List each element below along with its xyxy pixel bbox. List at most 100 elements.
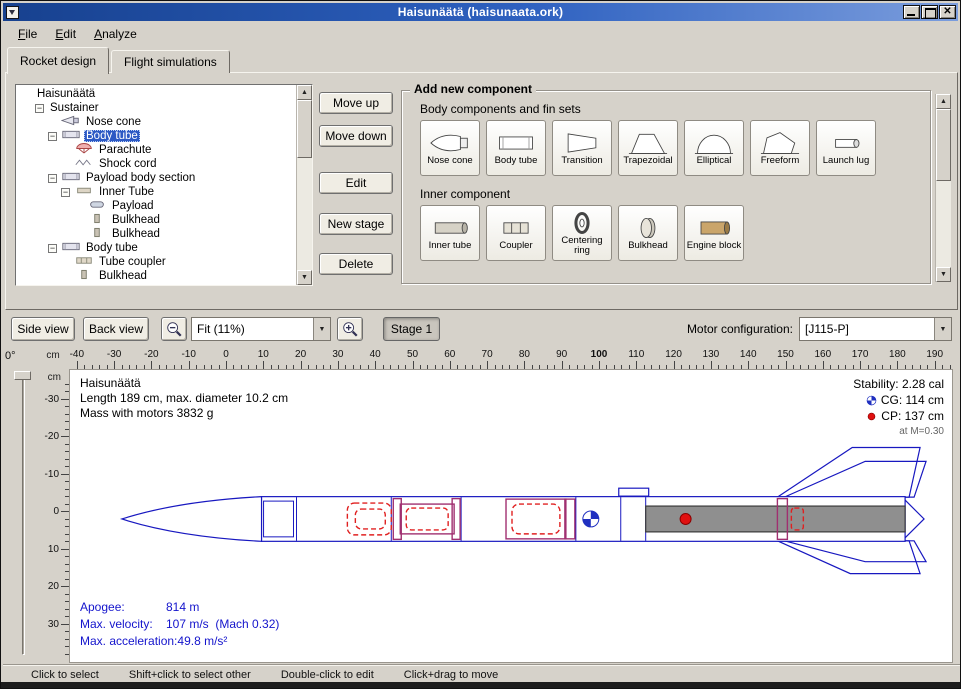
cg-marker (583, 511, 599, 527)
menu-edit[interactable]: Edit (46, 25, 85, 43)
rocket-name: Haisunäätä (80, 376, 288, 391)
ruler-tick (748, 361, 749, 369)
add-coupler-button[interactable]: Coupler (486, 205, 546, 261)
tree-item-parachute[interactable]: Parachute (16, 143, 296, 157)
magnifier-minus-icon (165, 320, 183, 338)
tree-item-nose-cone[interactable]: Nose cone (16, 115, 296, 129)
component-group-label: Body components and fin sets (420, 102, 930, 116)
move-down-button[interactable]: Move down (319, 125, 393, 147)
stage-1-toggle[interactable]: Stage 1 (383, 317, 440, 341)
add-freeform-button[interactable]: Freeform (750, 120, 810, 176)
tree-item-bulkhead[interactable]: Bulkhead (16, 269, 296, 283)
motor-configuration-label: Motor configuration: (653, 322, 793, 336)
motor-configuration-select[interactable]: [J115-P] (799, 317, 952, 341)
ruler-label: -40 (69, 349, 92, 360)
tree-expander-icon[interactable]: − (48, 174, 57, 183)
new-stage-button[interactable]: New stage (319, 213, 393, 235)
tree-item-sustainer[interactable]: −Sustainer (16, 101, 296, 115)
back-view-button[interactable]: Back view (83, 317, 149, 341)
component-button-label: Coupler (499, 241, 532, 251)
horizontal-ruler: -40-30-20-100102030405060708090100110120… (69, 349, 953, 369)
add-body-tube-button[interactable]: Body tube (486, 120, 546, 176)
rotation-slider-handle[interactable] (14, 371, 31, 380)
add-elliptical-button[interactable]: Elliptical (684, 120, 744, 176)
ruler-tick (897, 361, 898, 369)
add-centering-ring-button[interactable]: Centering ring (552, 205, 612, 261)
ruler-tick (487, 361, 488, 369)
tree-item-bulkhead[interactable]: Bulkhead (16, 213, 296, 227)
chevron-down-icon[interactable] (313, 318, 330, 340)
component-tree[interactable]: Haisunäätä−SustainerNose cone−Body tubeP… (15, 84, 313, 286)
tree-item-body-tube[interactable]: −Body tube (16, 241, 296, 255)
tree-expander-icon[interactable]: − (61, 188, 70, 197)
tab-bar: Rocket designFlight simulations (7, 46, 232, 73)
zoom-out-button[interactable] (161, 317, 187, 341)
chevron-down-icon[interactable] (934, 318, 951, 340)
component-scrollbar-thumb[interactable] (936, 109, 951, 181)
scroll-up-icon[interactable]: ▲ (297, 85, 312, 100)
scroll-down-icon[interactable]: ▼ (936, 267, 951, 282)
add-engine-block-button[interactable]: Engine block (684, 205, 744, 261)
tree-item-payload[interactable]: Payload (16, 199, 296, 213)
tree-item-label: Tube coupler (97, 256, 168, 268)
action-buttons: Move up Move down Edit New stage Delete (319, 92, 393, 275)
stat-row: Apogee:814 m (80, 599, 279, 616)
maximize-button[interactable] (921, 5, 938, 19)
scroll-down-icon[interactable]: ▼ (297, 270, 312, 285)
menu-analyze[interactable]: Analyze (85, 25, 146, 43)
tree-expander-icon[interactable]: − (48, 132, 57, 141)
tree-scrollbar-thumb[interactable] (297, 100, 312, 158)
window-controls (903, 5, 956, 19)
stability-value: Stability: 2.28 cal (853, 376, 944, 392)
tree-item-label: Body tube (84, 130, 140, 142)
tree-item-inner-tube[interactable]: −Inner Tube (16, 185, 296, 199)
ruler-tick (61, 624, 69, 625)
add-inner-tube-button[interactable]: Inner tube (420, 205, 480, 261)
tree-scrollbar[interactable]: ▲ ▼ (296, 85, 312, 285)
ruler-tick (226, 361, 227, 369)
component-panel-scrollbar[interactable]: ▲ ▼ (935, 94, 951, 282)
minimize-button[interactable] (903, 5, 920, 19)
menu-file[interactable]: File (9, 25, 46, 43)
tree-item-label: Nose cone (84, 116, 143, 128)
edit-button[interactable]: Edit (319, 172, 393, 194)
tab-rocket-design[interactable]: Rocket design (7, 47, 109, 74)
add-bulkhead-button[interactable]: Bulkhead (618, 205, 678, 261)
tree-expander-icon[interactable]: − (35, 104, 44, 113)
component-button-row: Nose cone Body tubeTransitionTrapezoidalE… (420, 120, 930, 176)
scroll-up-icon[interactable]: ▲ (936, 94, 951, 109)
ruler-tick (524, 361, 525, 369)
rocket-canvas[interactable]: Haisunäätä Length 189 cm, max. diameter … (69, 369, 953, 663)
zoom-in-button[interactable] (337, 317, 363, 341)
menu-bar: FileEditAnalyze (3, 22, 958, 45)
move-up-button[interactable]: Move up (319, 92, 393, 114)
tree-item-bulkhead[interactable]: Bulkhead (16, 227, 296, 241)
side-view-button[interactable]: Side view (11, 317, 75, 341)
ruler-tick (114, 361, 115, 369)
close-button[interactable] (939, 5, 956, 19)
c-centering-icon (559, 210, 605, 236)
ruler-tick (786, 361, 787, 369)
tree-expander-icon[interactable]: − (48, 244, 57, 253)
title-bar[interactable]: Haisunäätä (haisunaata.ork) (3, 3, 958, 21)
component-button-label: Launch lug (823, 156, 869, 166)
ruler-tick (77, 361, 78, 369)
tree-item-payload-body-section[interactable]: −Payload body section (16, 171, 296, 185)
motor-configuration-value: [J115-P] (800, 318, 934, 340)
component-button-label: Nose cone (427, 156, 472, 166)
tab-flight-simulations[interactable]: Flight simulations (111, 50, 230, 73)
c-transition-icon (559, 130, 605, 156)
tree-item-body-tube[interactable]: − Body tube (16, 129, 296, 143)
tree-item-tube-coupler[interactable]: Tube coupler (16, 255, 296, 269)
tree-item-shock-cord[interactable]: Shock cord (16, 157, 296, 171)
add-launch-lug-button[interactable]: Launch lug (816, 120, 876, 176)
tree-item-haisunäätä[interactable]: Haisunäätä (16, 87, 296, 101)
component-group-label: Inner component (420, 187, 930, 201)
zoom-select[interactable]: Fit (11%) (191, 317, 331, 341)
add-trapezoidal-button[interactable]: Trapezoidal (618, 120, 678, 176)
delete-button[interactable]: Delete (319, 253, 393, 275)
bodytube-icon (61, 129, 84, 143)
tree-item-label: Bulkhead (110, 228, 162, 240)
add-nose-cone-button[interactable]: Nose cone (420, 120, 480, 176)
add-transition-button[interactable]: Transition (552, 120, 612, 176)
